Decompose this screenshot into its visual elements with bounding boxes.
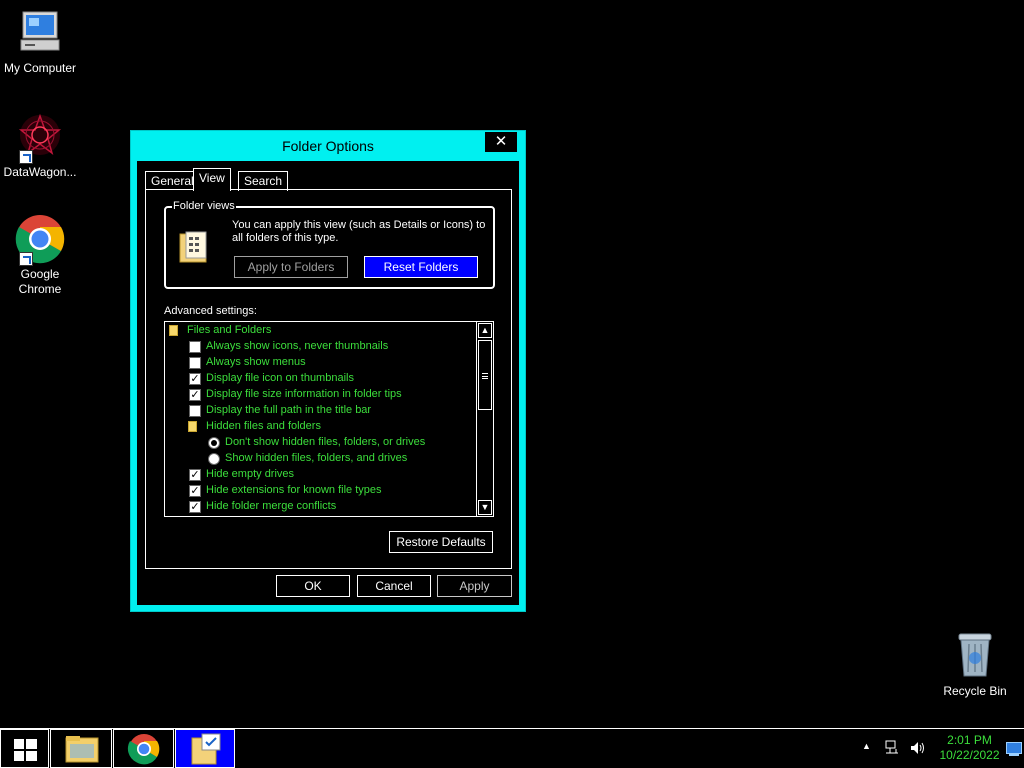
clock-date: 10/22/2022 xyxy=(939,748,1000,762)
taskbar: ▲ 2:01 PM 10/22/2022 xyxy=(0,728,1024,768)
settings-row-label: Hide folder merge conflicts xyxy=(206,500,337,512)
settings-row-label: Show hidden files, folders, and drives xyxy=(225,452,408,464)
folder-views-group: Folder views You can apply this view (su… xyxy=(164,200,495,289)
scroll-down-button[interactable]: ▼ xyxy=(478,500,492,515)
ok-button[interactable]: OK xyxy=(276,575,350,597)
checkbox[interactable] xyxy=(189,357,201,369)
clock-time: 2:01 PM xyxy=(947,733,992,747)
checkbox[interactable]: ✓ xyxy=(189,469,201,481)
desktop-icon-my-computer[interactable]: My Computer xyxy=(0,8,80,76)
settings-row-2[interactable]: Always show menus xyxy=(165,355,475,371)
close-button[interactable]: ✕ xyxy=(485,132,517,152)
settings-row-4[interactable]: ✓ Display file size information in folder… xyxy=(165,387,475,403)
folder-views-legend: Folder views xyxy=(172,200,236,212)
apply-to-folders-button[interactable]: Apply to Folders xyxy=(234,256,348,278)
advanced-settings-label: Advanced settings: xyxy=(164,305,257,317)
settings-row-label: Hidden files and folders xyxy=(206,420,321,432)
network-icon[interactable] xyxy=(884,739,902,768)
datawagon-icon xyxy=(15,112,65,164)
file-explorer-icon xyxy=(65,736,99,763)
folder-options-dialog: Folder Options ✕ General View Search Fol… xyxy=(130,130,526,612)
settings-row-label: Display file size information in folder … xyxy=(206,388,402,400)
desktop-icon-label: Google Chrome xyxy=(18,267,62,296)
view-tab-panel: Folder views You can apply this view (su… xyxy=(145,189,512,569)
vertical-scrollbar[interactable]: ▲ ▼ xyxy=(476,322,493,516)
radio-button[interactable] xyxy=(208,437,220,449)
computer-icon xyxy=(15,8,65,58)
settings-row-0: Files and Folders xyxy=(165,323,475,339)
settings-row-label: Hide empty drives xyxy=(206,468,295,480)
start-icon xyxy=(14,739,37,761)
dialog-title: Folder Options xyxy=(282,138,374,154)
radio-button[interactable] xyxy=(208,453,220,465)
settings-row-5[interactable]: Display the full path in the title bar xyxy=(165,403,475,419)
restore-defaults-button[interactable]: Restore Defaults xyxy=(389,531,493,553)
checkbox[interactable]: ✓ xyxy=(189,389,201,401)
settings-row-1[interactable]: Always show icons, never thumbnails xyxy=(165,339,475,355)
volume-icon[interactable] xyxy=(909,739,927,768)
checkbox[interactable]: ✓ xyxy=(189,501,201,513)
tab-general[interactable]: General xyxy=(145,171,200,191)
settings-row-7[interactable]: Don't show hidden files, folders, or dri… xyxy=(165,435,475,451)
checkbox[interactable] xyxy=(189,405,201,417)
settings-row-label: Always show menus xyxy=(206,356,306,368)
settings-row-8[interactable]: Show hidden files, folders, and drives xyxy=(165,451,475,467)
checkbox[interactable]: ✓ xyxy=(189,373,201,385)
notifications-icon[interactable] xyxy=(1006,742,1022,768)
start-button[interactable] xyxy=(0,729,49,768)
chrome-icon xyxy=(127,734,160,765)
folder-views-description: You can apply this view (such as Details… xyxy=(232,219,486,244)
shortcut-arrow-icon xyxy=(19,150,33,164)
settings-row-3[interactable]: ✓ Display file icon on thumbnails xyxy=(165,371,475,387)
settings-row-9[interactable]: ✓ Hide empty drives xyxy=(165,467,475,483)
settings-row-label: Display the full path in the title bar xyxy=(206,404,372,416)
apply-button[interactable]: Apply xyxy=(437,575,512,597)
taskbar-folder-options[interactable] xyxy=(175,729,235,768)
show-hidden-icons-button[interactable]: ▲ xyxy=(862,741,876,755)
checkbox[interactable] xyxy=(189,341,201,353)
desktop-icon-label: Recycle Bin xyxy=(943,684,1007,698)
advanced-settings-list[interactable]: Files and Folders Always show icons, neve… xyxy=(164,321,494,517)
desktop-icon-recycle-bin[interactable]: Recycle Bin xyxy=(940,630,1010,698)
grip-icon xyxy=(482,373,488,379)
desktop-icon-google-chrome[interactable]: Google Chrome xyxy=(0,214,80,297)
desktop-icon-datawagon[interactable]: DataWagon... xyxy=(0,112,80,180)
desktop-icon-label: My Computer xyxy=(3,61,77,75)
taskbar-chrome[interactable] xyxy=(113,729,174,768)
desktop-icon-label: DataWagon... xyxy=(3,165,77,179)
settings-row-label: Don't show hidden files, folders, or dri… xyxy=(225,436,426,448)
folder-icon xyxy=(188,421,197,432)
settings-row-label: Display file icon on thumbnails xyxy=(206,372,354,384)
folder-options-icon xyxy=(191,733,221,765)
scroll-thumb[interactable] xyxy=(478,340,492,410)
taskbar-clock[interactable]: 2:01 PM 10/22/2022 xyxy=(932,733,1007,763)
settings-row-label: Hide extensions for known file types xyxy=(206,484,382,496)
dialog-client: General View Search Folder views You can… xyxy=(137,161,519,605)
reset-folders-button[interactable]: Reset Folders xyxy=(364,256,478,278)
folder-views-icon xyxy=(178,230,210,264)
dialog-titlebar[interactable]: Folder Options ✕ xyxy=(131,131,525,161)
settings-row-label: Files and Folders xyxy=(187,324,272,336)
folder-icon xyxy=(169,325,178,336)
tab-view[interactable]: View xyxy=(193,168,231,191)
tab-search[interactable]: Search xyxy=(238,171,289,191)
settings-row-6: Hidden files and folders xyxy=(165,419,475,435)
chrome-icon xyxy=(15,214,65,266)
scroll-up-button[interactable]: ▲ xyxy=(478,323,492,338)
checkbox[interactable]: ✓ xyxy=(189,485,201,497)
taskbar-file-explorer[interactable] xyxy=(50,729,112,768)
settings-row-label: Always show icons, never thumbnails xyxy=(206,340,389,352)
settings-row-11[interactable]: ✓ Hide folder merge conflicts xyxy=(165,499,475,515)
cancel-button[interactable]: Cancel xyxy=(357,575,431,597)
settings-row-10[interactable]: ✓ Hide extensions for known file types xyxy=(165,483,475,499)
shortcut-arrow-icon xyxy=(19,252,33,266)
recycle-bin-icon xyxy=(953,630,997,678)
